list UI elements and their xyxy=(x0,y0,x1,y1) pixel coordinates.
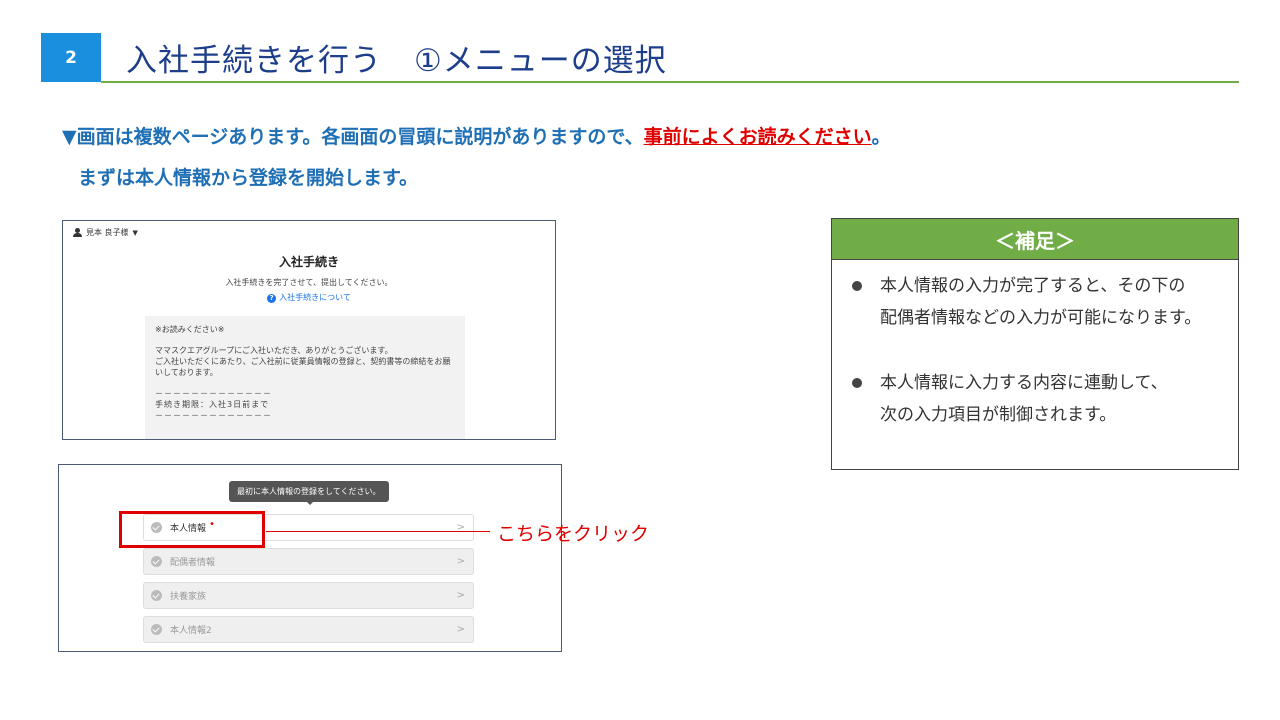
notice-panel: ※お読みください※ ママスクエアグループにご入社いただき、ありがとうございます。… xyxy=(145,316,465,439)
menu-item-label: 配偶者情報 xyxy=(170,558,216,568)
help-link-label: 入社手続きについて xyxy=(279,293,351,302)
user-icon xyxy=(73,228,82,237)
supplement-item-text: 本人情報に入力する内容に連動して、 次の入力項目が制御されます。 xyxy=(880,373,1168,425)
tooltip-arrow xyxy=(305,500,315,505)
check-circle-icon xyxy=(151,624,162,635)
menu-item-dependents: 扶養家族 > xyxy=(143,582,474,609)
menu-screenshot: 最初に本人情報の登録をしてください。 本人情報 • > 配偶者情報 > 扶養家族… xyxy=(58,464,562,652)
step-number-badge: 2 xyxy=(41,33,101,82)
menu-item-label: 扶養家族 xyxy=(170,592,207,602)
notice-heading: ※お読みください※ xyxy=(155,325,225,334)
instruction-emphasis: 事前によくお読みください xyxy=(643,126,872,148)
onboarding-subtitle: 入社手続きを完了させて、提出してください。 xyxy=(225,278,393,287)
user-menu[interactable]: 見本 良子様 ▼ xyxy=(73,227,138,238)
callout-line xyxy=(266,531,490,532)
check-circle-icon xyxy=(151,590,162,601)
user-name: 見本 良子様 xyxy=(86,228,129,237)
tooltip: 最初に本人情報の登録をしてください。 xyxy=(229,481,389,502)
supplement-item: 本人情報に入力する内容に連動して、 次の入力項目が制御されます。 xyxy=(852,367,1168,431)
page-title: 入社手続きを行う ①メニューの選択 xyxy=(126,43,667,79)
supplement-heading: ＜補足＞ xyxy=(832,219,1238,260)
title-underline xyxy=(101,81,1239,83)
menu-item-spouse-info: 配偶者情報 > xyxy=(143,548,474,575)
bullet-icon xyxy=(852,378,862,388)
supplement-panel: ＜補足＞ 本人情報の入力が完了すると、その下の 配偶者情報などの入力が可能になりま… xyxy=(831,218,1239,470)
highlight-box xyxy=(119,511,265,548)
check-circle-icon xyxy=(151,556,162,567)
supplement-item: 本人情報の入力が完了すると、その下の 配偶者情報などの入力が可能になります。 xyxy=(852,270,1201,334)
menu-item-personal-info-2: 本人情報2 > xyxy=(143,616,474,643)
notice-body: ママスクエアグループにご入社いただき、ありがとうございます。 ご入社いただくにあた… xyxy=(155,346,451,377)
supplement-item-text: 本人情報の入力が完了すると、その下の 配偶者情報などの入力が可能になります。 xyxy=(880,276,1202,328)
instruction-suffix: 。 xyxy=(871,126,891,148)
instruction-text: ▼画面は複数ページあります。各画面の冒頭に説明がありますので、 xyxy=(62,126,644,148)
chevron-right-icon: > xyxy=(456,624,465,635)
instruction-line-2: まずは本人情報から登録を開始します。 xyxy=(78,167,419,189)
onboarding-title: 入社手続き xyxy=(278,255,339,269)
callout-text: こちらをクリック xyxy=(497,523,650,545)
bullet-icon xyxy=(852,281,862,291)
notice-divider: －－－－－－－－－－－－－ xyxy=(155,389,272,398)
chevron-right-icon: > xyxy=(456,556,465,567)
chevron-right-icon: > xyxy=(456,590,465,601)
onboarding-screenshot: 見本 良子様 ▼ 入社手続き 入社手続きを完了させて、提出してください。 ? 入社… xyxy=(62,220,556,440)
caret-down-icon: ▼ xyxy=(132,228,138,237)
help-link[interactable]: ? 入社手続きについて xyxy=(63,292,555,303)
help-icon: ? xyxy=(267,294,277,303)
notice-deadline: 手続き期限：入社3日前まで xyxy=(155,400,270,409)
notice-divider: －－－－－－－－－－－－－ xyxy=(155,411,272,420)
menu-item-label: 本人情報2 xyxy=(170,626,212,636)
instruction-line-1: ▼画面は複数ページあります。各画面の冒頭に説明がありますので、事前によくお読みく… xyxy=(62,122,891,149)
